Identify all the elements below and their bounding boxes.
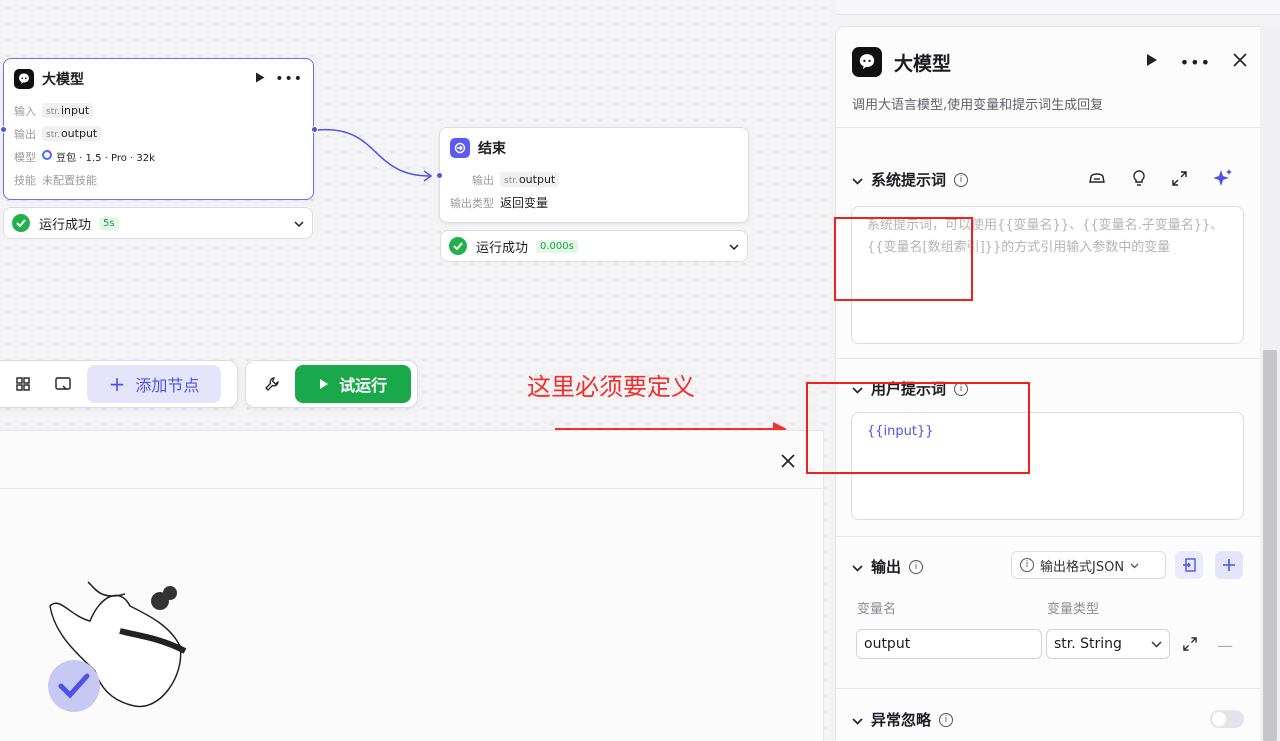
success-check-icon	[12, 214, 30, 232]
end-output-row: 输出 str.output	[440, 168, 748, 191]
llm-input-row: 输入 str.input	[4, 99, 313, 122]
annotation-box-user-prompt	[806, 382, 1030, 474]
play-icon[interactable]	[255, 72, 265, 86]
more-icon[interactable]: •••	[275, 71, 303, 87]
exception-ignore-header[interactable]: 异常忽略 i	[852, 709, 954, 730]
wrench-icon[interactable]	[256, 368, 287, 400]
end-in-port[interactable]	[436, 172, 443, 179]
end-node[interactable]: 结束 输出 str.output 输出类型 返回变量	[439, 127, 749, 223]
llm-skill-row: 技能 未配置技能	[14, 173, 97, 187]
annotation-text: 这里必须要定义	[527, 373, 695, 401]
var-type-column-label: 变量类型	[1047, 602, 1100, 617]
run-time-badge: 5s	[99, 216, 119, 230]
chevron-down-icon	[1151, 640, 1162, 648]
input-var-tag: str.input	[42, 103, 94, 118]
lightbulb-icon[interactable]	[1132, 169, 1146, 191]
llm-in-port[interactable]	[0, 126, 7, 133]
close-icon[interactable]	[1233, 53, 1247, 71]
close-icon[interactable]	[776, 449, 800, 473]
ai-sparkle-icon[interactable]	[1213, 168, 1233, 192]
var-type-select[interactable]: str. String	[1046, 629, 1170, 659]
chevron-down-icon[interactable]	[729, 239, 739, 254]
import-button[interactable]	[1175, 551, 1203, 579]
plus-icon: +	[108, 372, 126, 396]
chevron-down-icon[interactable]	[852, 711, 863, 729]
output-format-select[interactable]: i 输出格式JSON	[1011, 551, 1166, 579]
info-icon[interactable]: i	[954, 172, 969, 187]
layout-grid-icon[interactable]	[7, 368, 39, 400]
test-run-button[interactable]: 试运行	[295, 365, 411, 403]
var-name-input[interactable]: output	[856, 629, 1042, 659]
skill-value: 未配置技能	[42, 173, 97, 187]
llm-output-row: 输出 str.output	[4, 122, 313, 145]
chevron-down-icon[interactable]	[852, 171, 863, 189]
end-output-tag: str.output	[500, 172, 560, 187]
success-illustration	[48, 581, 187, 712]
plus-icon	[1223, 559, 1235, 571]
canvas-toolbar-left: + 添加节点	[0, 360, 238, 408]
llm-node[interactable]: 大模型 ••• 输入 str.input 输出 str.output 模型 豆包…	[3, 58, 314, 200]
add-output-button[interactable]	[1215, 551, 1243, 579]
run-result-panel	[0, 430, 824, 741]
info-icon[interactable]: i	[939, 712, 954, 727]
llm-model-row: 模型 豆包 · 1.5 · Pro · 32k	[14, 150, 155, 164]
import-icon	[1183, 558, 1196, 572]
info-icon: i	[1020, 558, 1034, 572]
output-var-tag: str.output	[42, 126, 102, 141]
run-time-badge: 0.000s	[536, 239, 578, 253]
llm-out-port[interactable]	[311, 126, 318, 133]
panel-scroll-thumb[interactable]	[1263, 350, 1277, 741]
chevron-down-icon[interactable]	[294, 216, 304, 231]
chevron-down-icon[interactable]	[852, 558, 863, 576]
expand-icon[interactable]	[1172, 170, 1187, 190]
info-icon[interactable]: i	[909, 559, 924, 574]
canvas-toolbar-right: 试运行	[245, 360, 418, 408]
more-icon[interactable]: •••	[1180, 53, 1211, 72]
comment-icon[interactable]	[47, 368, 79, 400]
end-output-kind-row: 输出类型 返回变量	[450, 196, 549, 210]
system-prompt-header[interactable]: 系统提示词 i	[852, 169, 969, 190]
llm-run-status[interactable]: 运行成功 5s	[3, 207, 313, 239]
output-header[interactable]: 输出 i	[852, 556, 924, 577]
play-icon[interactable]	[1146, 53, 1158, 71]
panel-description: 调用大语言模型,使用变量和提示词生成回复	[852, 98, 1104, 113]
success-check-icon	[449, 237, 467, 255]
remove-icon[interactable]: —	[1217, 636, 1233, 655]
add-node-button[interactable]: + 添加节点	[87, 365, 221, 403]
end-run-status[interactable]: 运行成功 0.000s	[440, 230, 748, 262]
llm-node-icon	[14, 69, 34, 89]
llm-node-title: 大模型	[42, 72, 84, 88]
exception-ignore-toggle[interactable]	[1210, 710, 1244, 728]
doubao-logo-icon	[42, 150, 52, 163]
panel-title: 大模型	[894, 52, 952, 75]
llm-node-icon	[852, 47, 882, 77]
play-icon	[319, 375, 329, 394]
var-name-column-label: 变量名	[857, 602, 897, 617]
annotation-box-system-prompt	[834, 217, 973, 301]
end-node-title: 结束	[478, 141, 506, 157]
expand-icon[interactable]	[1183, 637, 1197, 655]
model-name: 豆包 · 1.5 · Pro · 32k	[56, 153, 155, 164]
end-node-icon	[450, 138, 470, 158]
prompt-library-icon[interactable]	[1088, 170, 1106, 190]
chevron-down-icon	[1130, 558, 1139, 573]
